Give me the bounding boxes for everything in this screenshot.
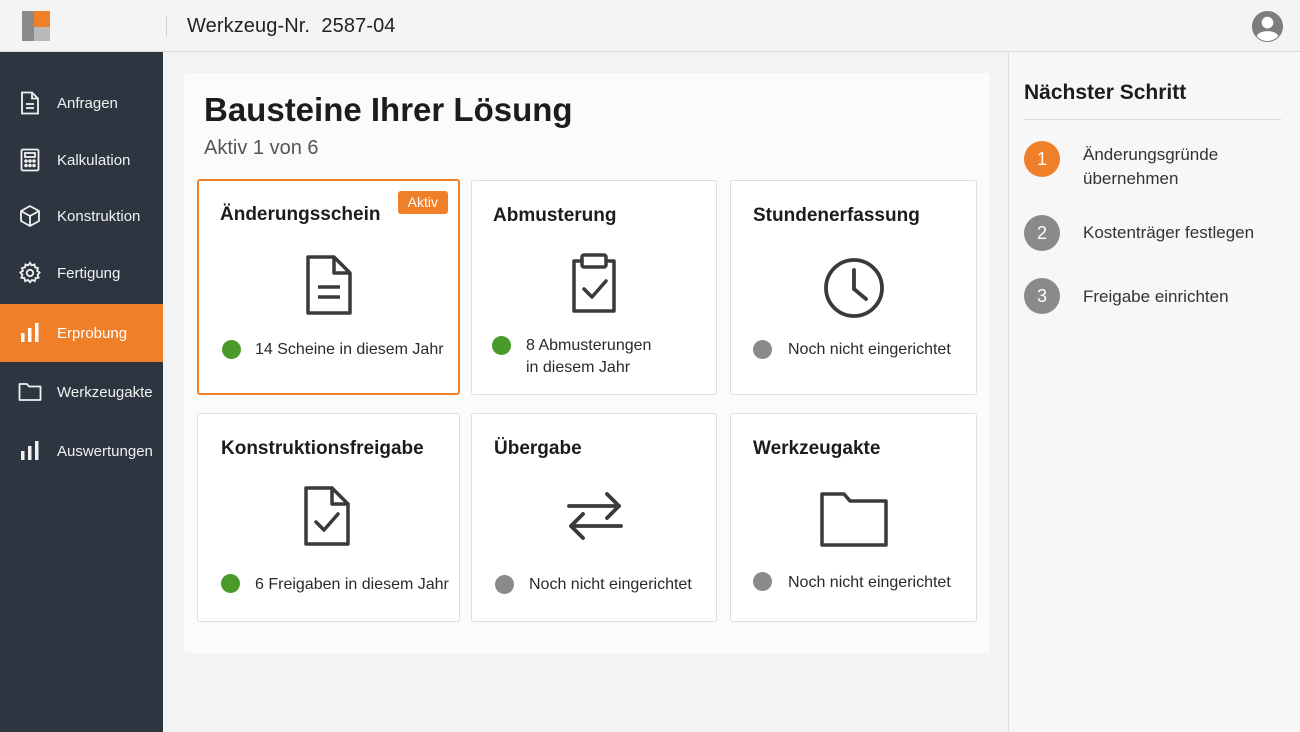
status-dot-grey — [495, 575, 514, 594]
sidebar-item-werkzeugakte[interactable]: Werkzeugakte — [0, 363, 163, 421]
sidebar-item-fertigung[interactable]: Fertigung — [0, 244, 163, 302]
page-title: Bausteine Ihrer Lösung — [204, 91, 573, 128]
status-text: Noch nicht eingerichtet — [788, 341, 951, 358]
status-text: Noch nicht eingerichtet — [788, 574, 951, 591]
step-number-3: 3 — [1024, 278, 1060, 314]
status-dot-grey — [753, 572, 772, 591]
page-subtitle: Aktiv 1 von 6 — [204, 137, 319, 159]
sidebar-item-label: Fertigung — [57, 264, 121, 282]
step-label-line: Änderungsgründe — [1083, 145, 1219, 164]
step-label-2[interactable]: Kostenträger festlegen — [1083, 221, 1283, 245]
step-label-1[interactable]: Änderungsgründe übernehmen — [1083, 143, 1283, 191]
top-bar: Werkzeug-Nr. 2587-04 — [0, 0, 1300, 52]
module-card-abmusterung[interactable]: Abmusterung 8 Abmusterungen in diesem Ja… — [471, 180, 717, 395]
cube-icon — [18, 204, 42, 228]
step-label-line: Kostenträger festlegen — [1083, 223, 1255, 242]
step-number-1: 1 — [1024, 141, 1060, 177]
sidebar-item-auswertungen[interactable]: Auswertungen — [0, 422, 163, 480]
folder-icon — [820, 492, 888, 547]
gear-icon — [18, 261, 42, 285]
document-icon — [18, 91, 42, 115]
sidebar-item-label: Erprobung — [57, 324, 128, 342]
status-dot-grey — [753, 340, 772, 359]
tool-number-label: Werkzeug-Nr. — [187, 15, 311, 37]
module-card-werkzeugakte[interactable]: Werkzeugakte Noch nicht eingerichtet — [730, 413, 977, 622]
bar-chart-icon — [18, 439, 42, 463]
header-divider — [166, 16, 167, 36]
step-label-3[interactable]: Freigabe einrichten — [1083, 285, 1283, 309]
module-card-konstruktionsfreigabe[interactable]: Konstruktionsfreigabe 6 Freigaben in die… — [197, 413, 460, 622]
sidebar-item-label: Auswertungen — [57, 442, 153, 460]
tool-number-title: Werkzeug-Nr. 2587-04 — [187, 15, 396, 38]
company-logo — [22, 11, 50, 41]
clipboard-check-icon — [572, 253, 616, 313]
card-title: Abmusterung — [493, 205, 617, 226]
step-number-2: 2 — [1024, 215, 1060, 251]
status-text-line: 8 Abmusterungen — [526, 337, 652, 354]
next-step-divider — [1024, 119, 1281, 120]
card-title: Änderungsschein — [220, 204, 381, 225]
step-label-line: Freigabe einrichten — [1083, 287, 1229, 306]
document-icon — [306, 255, 352, 315]
card-title: Stundenerfassung — [753, 205, 920, 226]
tool-number-value: 2587-04 — [321, 15, 396, 37]
user-avatar-icon[interactable] — [1251, 10, 1284, 43]
status-text: 6 Freigaben in diesem Jahr — [255, 576, 449, 593]
sidebar-item-anfragen[interactable]: Anfragen — [0, 74, 163, 132]
document-check-icon — [304, 486, 350, 546]
clock-icon — [824, 258, 884, 318]
sidebar-item-kalkulation[interactable]: Kalkulation — [0, 131, 163, 189]
sidebar-item-konstruktion[interactable]: Konstruktion — [0, 187, 163, 245]
card-title: Übergabe — [494, 438, 582, 459]
next-step-panel: Nächster Schritt 1 Änderungsgründe übern… — [1008, 52, 1300, 732]
sidebar-item-label: Konstruktion — [57, 207, 141, 225]
next-step-title: Nächster Schritt — [1024, 81, 1187, 104]
sidebar-item-label: Kalkulation — [57, 151, 131, 169]
building-blocks-panel: Bausteine Ihrer Lösung Aktiv 1 von 6 Änd… — [184, 73, 990, 653]
status-text: 14 Scheine in diesem Jahr — [255, 341, 444, 358]
sidebar: Anfragen Kalkulation Konstruktion Fertig… — [0, 52, 163, 732]
active-badge: Aktiv — [397, 191, 448, 214]
folder-icon — [18, 380, 42, 404]
sidebar-item-label: Anfragen — [57, 94, 118, 112]
status-text: 8 Abmusterungen in diesem Jahr — [526, 335, 651, 379]
transfer-arrows-icon — [567, 492, 623, 540]
sidebar-item-erprobung[interactable]: Erprobung — [0, 304, 163, 362]
calculator-icon — [18, 148, 42, 172]
step-label-line: übernehmen — [1083, 169, 1179, 188]
module-card-stundenerfassung[interactable]: Stundenerfassung Noch nicht eingerichtet — [730, 180, 977, 395]
status-dot-green — [492, 336, 511, 355]
bar-chart-icon — [18, 321, 42, 345]
module-card-aenderungsschein[interactable]: Änderungsschein Aktiv 14 Scheine in dies… — [197, 179, 460, 395]
status-text: Noch nicht eingerichtet — [529, 576, 692, 593]
module-card-uebergabe[interactable]: Übergabe Noch nicht eingerichtet — [471, 413, 717, 622]
status-text-line: in diesem Jahr — [526, 359, 631, 376]
card-title: Konstruktionsfreigabe — [221, 438, 424, 459]
sidebar-item-label: Werkzeugakte — [57, 383, 153, 401]
status-dot-green — [221, 574, 240, 593]
card-title: Werkzeugakte — [753, 438, 881, 459]
status-dot-green — [222, 340, 241, 359]
